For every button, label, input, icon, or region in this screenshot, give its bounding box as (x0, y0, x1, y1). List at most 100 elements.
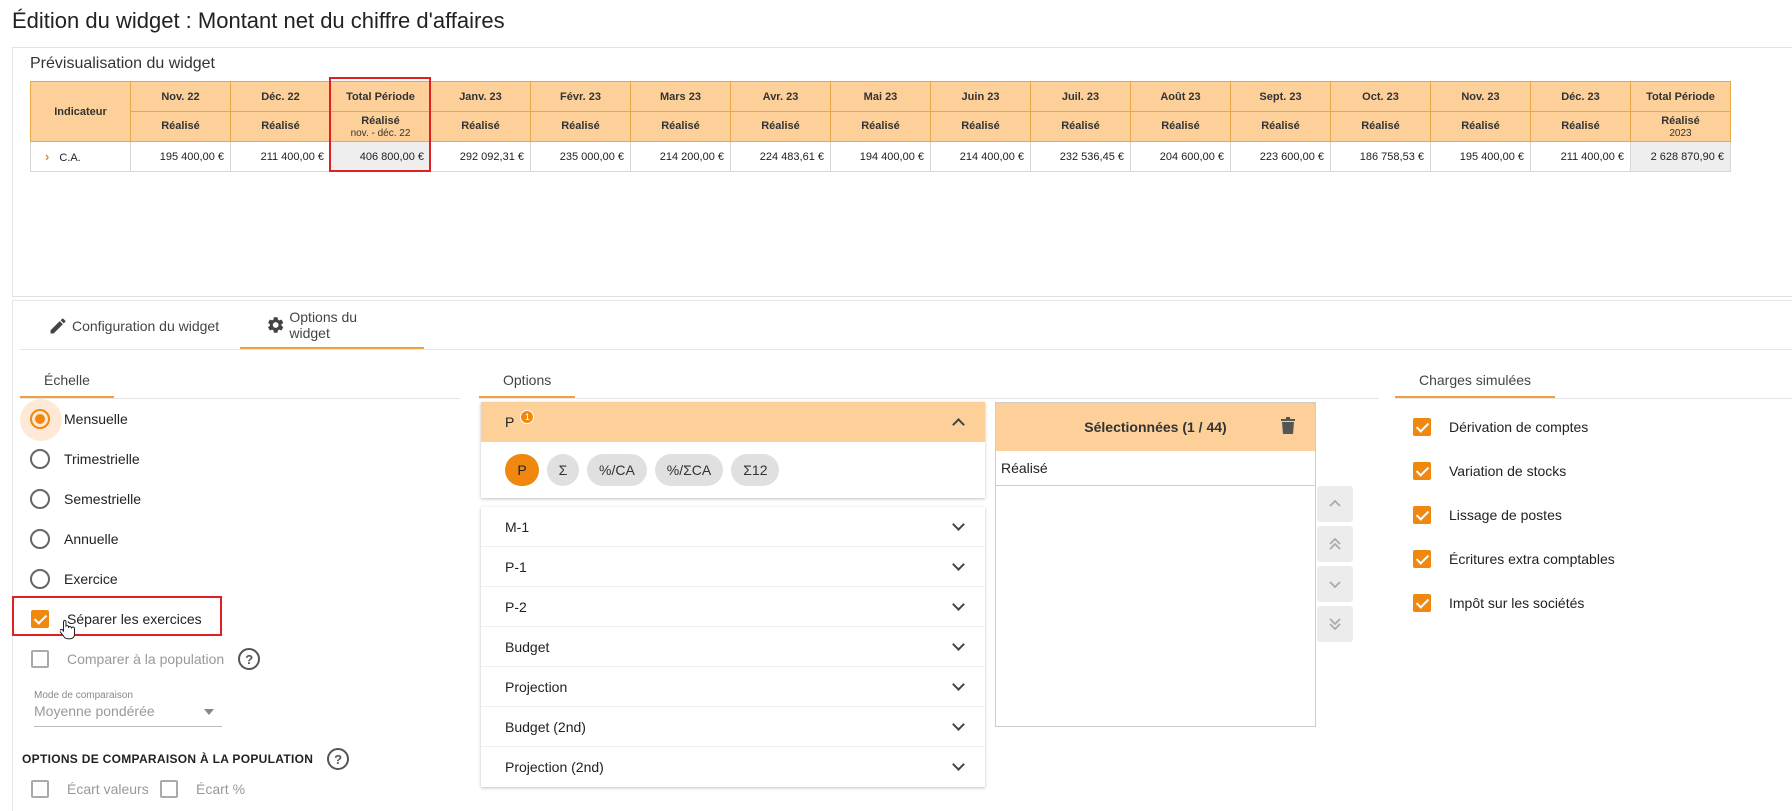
separate-exercises-checkbox[interactable]: Séparer les exercices (31, 607, 202, 631)
column-subheader: Réalisé (130, 111, 231, 142)
column-subheader: Réalisé (1330, 111, 1431, 142)
checkbox-label: Comparer à la population (67, 651, 225, 667)
indicator-label: C.A. (59, 152, 81, 164)
comparison-mode-select[interactable]: Moyenne pondérée (34, 703, 222, 727)
column-header: Sept. 23 (1230, 81, 1331, 112)
move-up-button[interactable] (1317, 486, 1353, 522)
chip-sum12[interactable]: Σ12 (731, 454, 780, 486)
table-row: › C.A. 195 400,00 €211 400,00 €406 800,00 … (30, 141, 1731, 172)
tab-configuration-label: Configuration du widget (72, 318, 220, 334)
charge-lissage-checkbox[interactable]: Lissage de postes (1413, 503, 1562, 527)
checkbox[interactable] (31, 610, 49, 628)
radio-trimestrielle[interactable]: Trimestrielle (30, 447, 140, 471)
echelle-section-tab: Échelle (20, 363, 114, 398)
chevron-down-icon (952, 558, 965, 571)
option-item-projection-2nd[interactable]: Projection (2nd) (481, 747, 985, 787)
charge-ecritures-checkbox[interactable]: Écritures extra comptables (1413, 547, 1615, 571)
radio-label: Exercice (64, 571, 118, 587)
radio-exercice[interactable]: Exercice (30, 567, 118, 591)
checkbox[interactable] (160, 780, 178, 798)
trash-icon[interactable] (1281, 417, 1295, 435)
option-item-m1[interactable]: M-1 (481, 507, 985, 547)
column-subheader: Réalisé (830, 111, 931, 142)
option-item-budget-2nd[interactable]: Budget (2nd) (481, 707, 985, 747)
checkbox-label: Variation de stocks (1449, 463, 1567, 479)
radio-button[interactable] (30, 449, 50, 469)
indicator-header: Indicateur (30, 81, 131, 142)
page-title: Édition du widget : Montant net du chiff… (12, 8, 505, 33)
charge-derivation-checkbox[interactable]: Dérivation de comptes (1413, 415, 1588, 439)
column-sub-label: Réalisé (761, 120, 800, 132)
population-options-heading: Options de comparaison à la population? (22, 748, 350, 770)
selected-panel-header: Sélectionnées (1 / 44) (996, 403, 1315, 451)
preview-table: Indicateur Nov. 22 Déc. 22 Total Période Jan… (30, 81, 1731, 172)
column-sub-label: Réalisé (1461, 120, 1500, 132)
charges-section-tab: Charges simulées (1395, 363, 1556, 398)
checkbox[interactable] (1413, 506, 1431, 524)
checkbox[interactable] (1413, 462, 1431, 480)
compare-population-checkbox[interactable]: Comparer à la population? (31, 647, 261, 671)
ecart-valeurs-checkbox[interactable]: Écart valeurs (31, 777, 149, 801)
options-section-tab: Options (479, 363, 576, 398)
indicator-cell[interactable]: › C.A. (30, 141, 131, 172)
option-item-projection[interactable]: Projection (481, 667, 985, 707)
double-chevron-down-icon (1329, 618, 1341, 631)
chevron-right-icon[interactable]: › (45, 149, 49, 164)
tab-configuration[interactable]: Configuration du widget (22, 303, 245, 349)
tab-options[interactable]: Options du widget (240, 303, 424, 349)
dropdown-caret-icon (204, 709, 214, 715)
chip-pct-sum-ca[interactable]: %/ΣCA (654, 454, 724, 486)
radio-button[interactable] (30, 569, 50, 589)
value-cell: 406 800,00 € (330, 141, 431, 172)
value-cell: 214 200,00 € (630, 141, 731, 172)
checkbox[interactable] (1413, 594, 1431, 612)
column-header: Janv. 23 (430, 81, 531, 112)
chevron-down-icon (952, 678, 965, 691)
value-cell: 195 400,00 € (1430, 141, 1531, 172)
chevron-up-icon[interactable] (952, 418, 965, 431)
radio-button[interactable] (30, 529, 50, 549)
charge-impot-checkbox[interactable]: Impôt sur les sociétés (1413, 591, 1584, 615)
column-sub-label: Réalisé (1661, 114, 1700, 127)
checkbox[interactable] (31, 780, 49, 798)
radio-annuelle[interactable]: Annuelle (30, 527, 119, 551)
option-p-header[interactable]: P 1 (481, 402, 985, 442)
checkbox[interactable] (1413, 550, 1431, 568)
chevron-down-icon (952, 598, 965, 611)
option-item-budget[interactable]: Budget (481, 627, 985, 667)
help-icon[interactable]: ? (327, 748, 350, 770)
column-header: Total Période (1630, 81, 1731, 112)
gear-icon (268, 317, 284, 333)
radio-label: Mensuelle (64, 411, 128, 427)
tab-options-label: Options du widget (289, 309, 358, 341)
move-top-button[interactable] (1317, 526, 1353, 562)
move-bottom-button[interactable] (1317, 606, 1353, 642)
option-item-p2[interactable]: P-2 (481, 587, 985, 627)
checkbox-label: Écritures extra comptables (1449, 551, 1615, 567)
ecart-pct-checkbox[interactable]: Écart % (160, 777, 245, 801)
help-icon[interactable]: ? (238, 648, 261, 670)
value-cell: 235 000,00 € (530, 141, 631, 172)
column-sub-label: Réalisé (161, 120, 200, 132)
value-cell: 232 536,45 € (1030, 141, 1131, 172)
move-down-button[interactable] (1317, 566, 1353, 602)
chip-sum[interactable]: Σ (547, 454, 579, 486)
checkbox[interactable] (1413, 418, 1431, 436)
chip-p[interactable]: P (505, 454, 539, 486)
count-badge: 1 (520, 410, 535, 424)
radio-mensuelle[interactable]: Mensuelle (30, 407, 128, 431)
chip-pct-ca[interactable]: %/CA (587, 454, 647, 486)
charge-variation-checkbox[interactable]: Variation de stocks (1413, 459, 1566, 483)
column-header: Mars 23 (630, 81, 731, 112)
option-item-label: Budget (2nd) (505, 718, 586, 735)
radio-semestrielle[interactable]: Semestrielle (30, 487, 141, 511)
checkbox[interactable] (31, 650, 49, 668)
option-item-label: Projection (505, 678, 568, 695)
option-item-p1[interactable]: P-1 (481, 547, 985, 587)
radio-button[interactable] (30, 409, 50, 429)
column-sub-label: Réalisé (361, 114, 400, 127)
echelle-title: Échelle (44, 371, 90, 388)
chevron-down-icon (1329, 581, 1341, 589)
selected-item[interactable]: Réalisé (996, 451, 1315, 486)
radio-button[interactable] (30, 489, 50, 509)
